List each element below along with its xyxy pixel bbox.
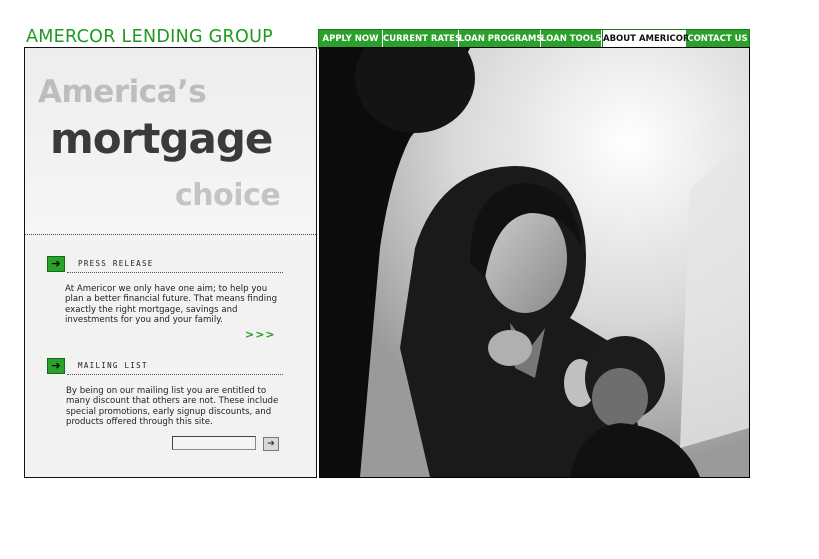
mailing-list-body: By being on our mailing list you are ent… [66,386,279,428]
press-release-title: PRESS RELEASE [78,259,154,268]
dotted-divider [25,234,316,235]
left-panel: America’s mortgage choice ➔ PRESS RELEAS… [24,47,317,478]
tagline-line-1: America’s [38,74,207,110]
tagline-line-2: mortgage [50,114,273,163]
arrow-right-icon[interactable]: ➔ [47,358,65,374]
hero-photo [319,47,750,478]
press-release-body: At Americor we only have one aim; to hel… [65,284,278,326]
mailing-list-title: MAILING LIST [78,361,148,370]
hero-tagline: America’s mortgage choice [25,48,316,235]
mailing-list-submit-button[interactable]: ➔ [263,437,279,451]
press-release-rule [67,272,283,273]
brand-logo[interactable]: AMERCOR LENDING GROUP [26,27,273,47]
nav-loan-tools[interactable]: LOAN TOOLS [541,30,602,48]
nav-contact-us[interactable]: CONTACT US [686,30,749,48]
mailing-list-email-input[interactable] [172,436,256,450]
nav-loan-programs[interactable]: LOAN PROGRAMS [459,30,542,48]
nav-about-americor[interactable]: ABOUT AMERICOR [602,30,690,48]
tagline-line-3: choice [175,178,281,213]
business-meeting-photo [320,48,749,477]
mailing-list-rule [67,374,283,375]
nav-apply-now[interactable]: APPLY NOW [319,30,383,48]
nav-current-rates[interactable]: CURRENT RATES [383,30,461,48]
read-more-link[interactable]: >>> [245,328,276,341]
main-nav: APPLY NOW CURRENT RATES LOAN PROGRAMS LO… [318,29,750,49]
arrow-right-icon: ➔ [267,439,275,449]
arrow-right-icon[interactable]: ➔ [47,256,65,272]
